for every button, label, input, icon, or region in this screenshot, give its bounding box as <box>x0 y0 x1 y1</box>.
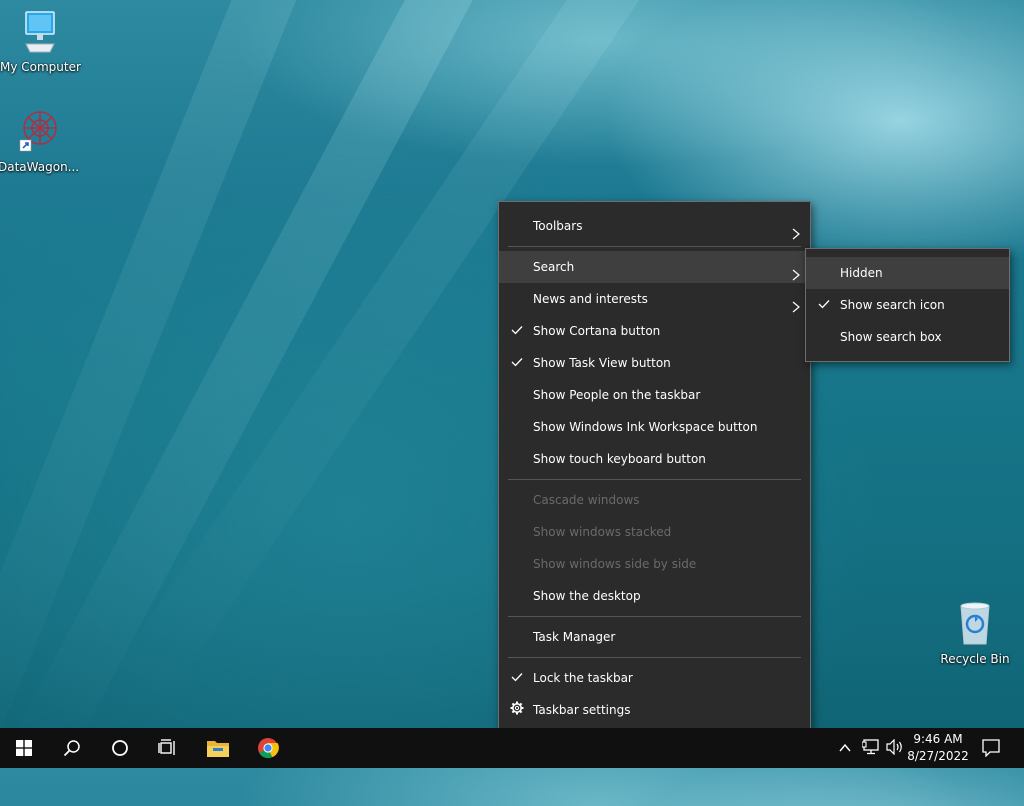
network-button[interactable] <box>861 739 880 759</box>
show-hidden-icons-button[interactable] <box>838 740 852 759</box>
taskbar-search-button[interactable] <box>48 728 96 768</box>
menu-item-taskbar-settings[interactable]: Taskbar settings <box>499 694 810 726</box>
menu-item-cascade-windows: Cascade windows <box>499 484 810 516</box>
clock[interactable]: 9:46 AM 8/27/2022 <box>903 731 973 765</box>
gear-icon <box>509 695 525 727</box>
menu-separator <box>508 657 801 658</box>
menu-item-show-touch-keyboard[interactable]: Show touch keyboard button <box>499 443 810 475</box>
start-button[interactable] <box>0 728 48 768</box>
menu-separator <box>508 246 801 247</box>
menu-item-label: Taskbar settings <box>533 703 631 717</box>
chrome-icon <box>258 738 279 759</box>
submenu-item-show-search-box[interactable]: Show search box <box>806 321 1009 353</box>
submenu-item-show-search-icon[interactable]: Show search icon <box>806 289 1009 321</box>
taskbar-context-menu: Toolbars Search News and interests Show … <box>498 201 811 735</box>
menu-item-show-windows-ink[interactable]: Show Windows Ink Workspace button <box>499 411 810 443</box>
menu-item-label: Show Task View button <box>533 356 671 370</box>
checkmark-icon <box>509 347 525 379</box>
volume-button[interactable] <box>886 738 904 759</box>
desktop-icon-label: DataWagon... <box>0 160 80 174</box>
menu-item-label: Show Windows Ink Workspace button <box>533 420 758 434</box>
menu-item-label: Hidden <box>840 266 883 280</box>
desktop-icon-datawagon[interactable]: DataWagon... <box>0 108 80 174</box>
desktop-icon-label: Recycle Bin <box>940 652 1010 666</box>
notification-icon <box>982 739 1000 758</box>
menu-item-show-task-view-button[interactable]: Show Task View button <box>499 347 810 379</box>
chevron-up-icon <box>839 743 851 752</box>
menu-item-show-windows-stacked: Show windows stacked <box>499 516 810 548</box>
menu-item-label: News and interests <box>533 292 648 306</box>
menu-item-news-and-interests[interactable]: News and interests <box>499 283 810 315</box>
checkmark-icon <box>509 662 525 694</box>
chrome-button[interactable] <box>244 728 292 768</box>
menu-item-task-manager[interactable]: Task Manager <box>499 621 810 653</box>
menu-item-label: Cascade windows <box>533 493 640 507</box>
menu-item-search[interactable]: Search <box>499 251 810 283</box>
recycle-bin-icon <box>960 602 990 645</box>
clock-date: 8/27/2022 <box>907 749 969 763</box>
menu-item-toolbars[interactable]: Toolbars <box>499 210 810 242</box>
submenu-item-hidden[interactable]: Hidden <box>806 257 1009 289</box>
desktop-icon-label: My Computer <box>0 60 81 74</box>
menu-item-label: Show the desktop <box>533 589 641 603</box>
checkmark-icon <box>816 289 832 321</box>
menu-item-label: Show search icon <box>840 298 945 312</box>
menu-item-label: Toolbars <box>533 219 583 233</box>
volume-icon <box>886 738 902 756</box>
task-view-button[interactable] <box>144 728 192 768</box>
menu-item-label: Task Manager <box>533 630 616 644</box>
menu-item-show-the-desktop[interactable]: Show the desktop <box>499 580 810 612</box>
file-explorer-button[interactable] <box>194 728 242 768</box>
menu-item-label: Show Cortana button <box>533 324 661 338</box>
datawagon-icon <box>19 111 57 152</box>
menu-item-label: Show windows side by side <box>533 557 697 571</box>
menu-item-label: Search <box>533 260 575 274</box>
cortana-icon <box>112 740 128 756</box>
menu-item-show-windows-side-by-side: Show windows side by side <box>499 548 810 580</box>
menu-item-show-people[interactable]: Show People on the taskbar <box>499 379 810 411</box>
file-explorer-icon <box>207 741 229 757</box>
action-center-button[interactable] <box>982 739 1000 761</box>
menu-item-label: Show search box <box>840 330 942 344</box>
search-submenu: Hidden Show search icon Show search box <box>805 248 1010 362</box>
menu-separator <box>508 616 801 617</box>
search-icon <box>63 740 80 757</box>
menu-item-label: Show windows stacked <box>533 525 672 539</box>
desktop-icon-recycle-bin[interactable]: Recycle Bin <box>935 602 1015 666</box>
desktop-icon-my-computer[interactable]: My Computer <box>0 10 81 74</box>
menu-separator <box>508 479 801 480</box>
menu-item-label: Show touch keyboard button <box>533 452 706 466</box>
network-icon <box>861 739 879 755</box>
menu-item-label: Lock the taskbar <box>533 671 633 685</box>
chevron-right-icon <box>792 220 800 252</box>
menu-item-show-cortana-button[interactable]: Show Cortana button <box>499 315 810 347</box>
start-icon <box>16 740 32 756</box>
clock-time: 9:46 AM <box>913 732 963 746</box>
menu-item-label: Show People on the taskbar <box>533 388 701 402</box>
taskbar[interactable]: 9:46 AM 8/27/2022 <box>0 728 1024 768</box>
menu-item-lock-the-taskbar[interactable]: Lock the taskbar <box>499 662 810 694</box>
task-view-icon <box>158 739 175 755</box>
computer-icon <box>25 11 55 53</box>
checkmark-icon <box>509 315 525 347</box>
cortana-button[interactable] <box>96 728 144 768</box>
